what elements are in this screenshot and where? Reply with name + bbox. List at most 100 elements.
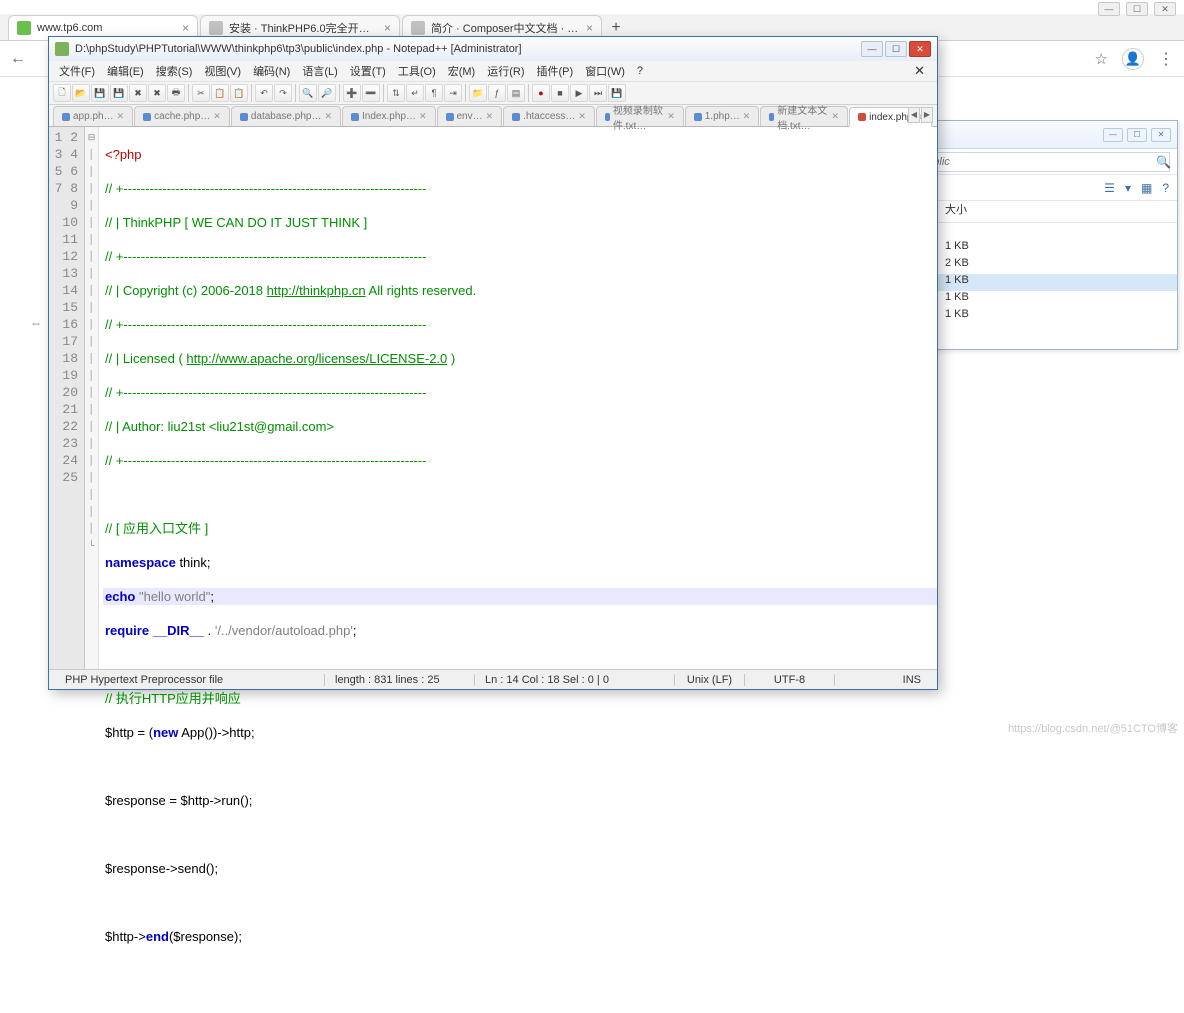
tb-cut-icon[interactable]: ✂ xyxy=(192,84,210,102)
tb-playmulti-icon[interactable]: ⏭ xyxy=(589,84,607,102)
tb-redo-icon[interactable]: ↷ xyxy=(274,84,292,102)
code-text: ; xyxy=(353,623,357,638)
tab-close-icon[interactable]: ✕ xyxy=(117,111,125,122)
tb-savemacro-icon[interactable]: 💾 xyxy=(608,84,626,102)
tb-open-icon[interactable]: 📂 xyxy=(72,84,90,102)
tb-wrap-icon[interactable]: ↵ xyxy=(406,84,424,102)
close-button[interactable]: ✕ xyxy=(1154,2,1176,16)
code-text: // [ 应用入口文件 ] xyxy=(105,521,208,536)
maximize-button[interactable]: ☐ xyxy=(1126,2,1148,16)
tb-saveall-icon[interactable]: 💾 xyxy=(110,84,128,102)
tb-zoomout-icon[interactable]: ➖ xyxy=(362,84,380,102)
npp-close-button[interactable]: ✕ xyxy=(909,41,931,57)
tb-indent-icon[interactable]: ⇥ xyxy=(444,84,462,102)
tab-close-icon[interactable]: ✕ xyxy=(578,111,586,122)
npp-tab[interactable]: 1.php…✕ xyxy=(685,106,760,126)
tab-close-icon[interactable]: × xyxy=(586,21,593,35)
menu-plugins[interactable]: 插件(P) xyxy=(531,63,580,79)
menu-macro[interactable]: 宏(M) xyxy=(442,63,482,79)
tab-label: cache.php… xyxy=(154,111,210,122)
tb-play-icon[interactable]: ▶ xyxy=(570,84,588,102)
npp-tab[interactable]: .htaccess…✕ xyxy=(503,106,595,126)
npp-tab[interactable]: Index.php…✕ xyxy=(342,106,435,126)
tb-chars-icon[interactable]: ¶ xyxy=(425,84,443,102)
npp-tab[interactable]: 视频录制软件.txt…✕ xyxy=(596,106,684,126)
menu-icon[interactable]: ⋮ xyxy=(1158,49,1174,69)
fold-gutter: ⊟│││││││││││││││││││││││└ xyxy=(85,127,99,669)
tb-map-icon[interactable]: ▤ xyxy=(507,84,525,102)
tab-close-icon[interactable]: ✕ xyxy=(486,111,494,122)
npp-tab[interactable]: env…✕ xyxy=(437,106,503,126)
menu-settings[interactable]: 设置(T) xyxy=(344,63,392,79)
menu-window[interactable]: 窗口(W) xyxy=(579,63,631,79)
menu-edit[interactable]: 编辑(E) xyxy=(101,63,150,79)
explorer-min-button[interactable]: — xyxy=(1103,128,1123,142)
tb-new-icon[interactable]: 🗋 xyxy=(53,84,71,102)
menu-search[interactable]: 搜索(S) xyxy=(150,63,199,79)
menu-view[interactable]: 视图(V) xyxy=(198,63,247,79)
tb-find-icon[interactable]: 🔍 xyxy=(299,84,317,102)
tb-paste-icon[interactable]: 📋 xyxy=(230,84,248,102)
npp-app-icon xyxy=(55,42,69,56)
menu-file[interactable]: 文件(F) xyxy=(53,63,101,79)
tab-label: index.php xyxy=(869,112,912,123)
tab-label: 简介 · Composer中文文档 · 看云 xyxy=(431,20,580,36)
tab-scroll-left[interactable]: ◀ xyxy=(908,107,920,123)
bookmark-icon[interactable]: ☆ xyxy=(1095,50,1108,68)
tb-copy-icon[interactable]: 📋 xyxy=(211,84,229,102)
npp-minimize-button[interactable]: — xyxy=(861,41,883,57)
tb-record-icon[interactable]: ● xyxy=(532,84,550,102)
col-size[interactable]: 大小 xyxy=(945,201,1171,222)
tab-close-icon[interactable]: ✕ xyxy=(667,111,675,122)
help-icon[interactable]: ? xyxy=(1162,181,1169,195)
menu-help[interactable]: ? xyxy=(631,65,649,77)
code-area[interactable]: <?php // +------------------------------… xyxy=(99,127,937,669)
tab-close-icon[interactable]: ✕ xyxy=(213,111,221,122)
tb-replace-icon[interactable]: 🔎 xyxy=(318,84,336,102)
tb-save-icon[interactable]: 💾 xyxy=(91,84,109,102)
npp-tab[interactable]: database.php…✕ xyxy=(231,106,341,126)
tab-close-icon[interactable]: × xyxy=(384,21,391,35)
tb-zoomin-icon[interactable]: ➕ xyxy=(343,84,361,102)
tb-close-icon[interactable]: ✖ xyxy=(129,84,147,102)
code-text: $response = $http->run(); xyxy=(105,793,252,808)
tab-close-icon[interactable]: ✕ xyxy=(419,111,427,122)
tb-closeall-icon[interactable]: ✖ xyxy=(148,84,166,102)
menu-close-icon[interactable]: ✕ xyxy=(908,63,931,79)
npp-titlebar[interactable]: D:\phpStudy\PHPTutorial\WWW\thinkphp6\tp… xyxy=(49,37,937,61)
tab-close-icon[interactable]: ✕ xyxy=(324,111,332,122)
menu-tools[interactable]: 工具(O) xyxy=(392,63,442,79)
explorer-close-button[interactable]: ✕ xyxy=(1151,128,1171,142)
tb-stop-icon[interactable]: ■ xyxy=(551,84,569,102)
npp-maximize-button[interactable]: ☐ xyxy=(885,41,907,57)
dropdown-icon[interactable]: ▾ xyxy=(1125,181,1131,195)
tab-close-icon[interactable]: ✕ xyxy=(832,111,840,122)
tb-func-icon[interactable]: ƒ xyxy=(488,84,506,102)
favicon-icon xyxy=(411,21,425,35)
tb-folder-icon[interactable]: 📁 xyxy=(469,84,487,102)
tab-scroll-right[interactable]: ▶ xyxy=(921,107,933,123)
tb-undo-icon[interactable]: ↶ xyxy=(255,84,273,102)
tb-sync-icon[interactable]: ⇅ xyxy=(387,84,405,102)
tb-print-icon[interactable]: 🖶 xyxy=(167,84,185,102)
tab-close-icon[interactable]: ✕ xyxy=(743,111,751,122)
menu-language[interactable]: 语言(L) xyxy=(296,63,343,79)
npp-tab[interactable]: 新建文本文档.txt…✕ xyxy=(760,106,848,126)
npp-menubar: 文件(F) 编辑(E) 搜索(S) 视图(V) 编码(N) 语言(L) 设置(T… xyxy=(49,61,937,81)
explorer-max-button[interactable]: ☐ xyxy=(1127,128,1147,142)
npp-tab[interactable]: app.ph…✕ xyxy=(53,106,133,126)
minimize-button[interactable]: — xyxy=(1098,2,1120,16)
grid-view-icon[interactable]: ▦ xyxy=(1141,181,1152,195)
file-icon xyxy=(605,113,610,121)
menu-encoding[interactable]: 编码(N) xyxy=(247,63,296,79)
list-view-icon[interactable]: ☰ xyxy=(1104,181,1115,195)
menu-run[interactable]: 运行(R) xyxy=(481,63,530,79)
code-text: ) xyxy=(447,351,455,366)
code-kw: new xyxy=(153,725,178,740)
code-text: <?php xyxy=(105,147,142,162)
back-button[interactable]: ← xyxy=(10,50,26,68)
tab-label: .htaccess… xyxy=(523,111,575,122)
npp-tab[interactable]: cache.php…✕ xyxy=(134,106,230,126)
tab-close-icon[interactable]: × xyxy=(182,21,189,35)
user-avatar-icon[interactable]: 👤 xyxy=(1122,48,1144,70)
